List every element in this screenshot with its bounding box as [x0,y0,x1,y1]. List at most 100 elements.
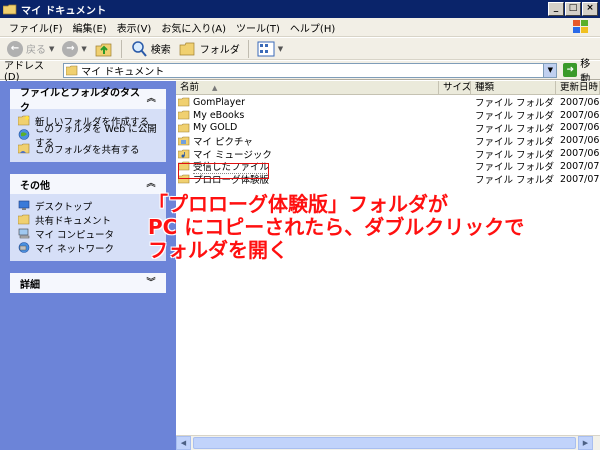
details-title: 詳細 [20,279,40,291]
up-folder-icon [95,43,112,56]
file-row-my-gold[interactable]: My GOLD ファイル フォルダ 2007/06 [176,122,600,135]
file-date: 2007/07 [560,173,600,185]
folder-icon [178,110,190,120]
toolbar-separator [247,39,249,58]
other-places: その他 ︽ デスクトップ 共有ドキュメント マイ コンピュータ マイ ネットワー… [10,174,166,261]
views-icon [257,41,275,56]
collapse-chevron-icon[interactable]: ︽ [145,92,158,106]
file-row-my-ebooks[interactable]: My eBooks ファイル フォルダ 2007/06 [176,109,600,122]
annotation-line-2: PC にコピーされたら、ダブルクリックで [148,215,525,239]
other-places-header[interactable]: その他 ︽ [10,174,166,194]
new-folder-icon [18,115,30,126]
column-header-date[interactable]: 更新日時 [556,81,600,94]
menu-tools[interactable]: ツール(T) [231,20,285,35]
pictures-folder-icon [178,136,190,146]
views-button[interactable]: ▼ [254,39,286,59]
dropdown-arrow-icon: ▼ [81,44,87,53]
column-header-name[interactable]: 名前 ▲ [176,81,439,94]
place-my-network[interactable]: マイ ネットワーク [18,241,160,255]
title-bar[interactable]: マイ ドキュメント _ □ × [0,0,600,18]
search-button[interactable]: 検索 [127,39,174,59]
task-share-folder-label: このフォルダを共有する [35,144,140,156]
scroll-thumb[interactable] [193,437,576,449]
shared-folder-icon [18,214,30,225]
folder-icon [3,4,17,14]
file-type: ファイル フォルダ [475,175,555,187]
menu-bar: ファイル(F) 編集(E) 表示(V) お気に入り(A) ツール(T) ヘルプ(… [0,18,600,37]
close-button[interactable]: × [582,2,598,16]
maximize-button[interactable]: □ [565,2,581,16]
file-date: 2007/06 [560,96,600,108]
address-label: アドレス(D) [4,61,44,83]
menu-file[interactable]: ファイル(F) [4,20,68,35]
menu-favorites[interactable]: お気に入り(A) [156,20,231,35]
details-header[interactable]: 詳細 ︾ [10,273,166,293]
folder-icon [66,65,78,75]
folders-icon [179,42,195,55]
back-label: 戻る [26,45,46,56]
task-publish-web[interactable]: このフォルダを Web に公開する [18,124,160,149]
place-shared-documents[interactable]: 共有ドキュメント [18,213,160,227]
file-name: My GOLD [193,122,238,134]
menu-help[interactable]: ヘルプ(H) [285,20,340,35]
file-row-my-pictures[interactable]: マイ ピクチャ ファイル フォルダ 2007/06 [176,134,600,148]
search-label: 検索 [150,45,171,56]
file-folder-tasks-title: ファイルとフォルダのタスク [20,88,140,114]
collapse-chevron-icon[interactable]: ︽ [144,177,158,191]
file-folder-tasks: ファイルとフォルダのタスク ︽ 新しいフォルダを作成する このフォルダを Web… [10,88,166,162]
task-share-folder[interactable]: このフォルダを共有する [18,142,160,156]
column-header-size[interactable]: サイズ [439,81,471,94]
instruction-annotation: 「プロローグ体験版」フォルダが PC にコピーされたら、ダブルクリックで フォル… [148,193,588,262]
scroll-right-button[interactable]: ▶ [578,436,593,450]
network-icon [18,242,30,253]
menu-edit[interactable]: 編集(E) [68,20,112,35]
folder-icon [178,123,190,133]
address-input[interactable]: マイ ドキュメント ▼ [63,62,558,78]
column-header-type[interactable]: 種類 [471,81,556,94]
annotation-line-1: 「プロローグ体験版」フォルダが [148,192,448,216]
computer-icon [18,228,30,239]
address-bar: アドレス(D) マイ ドキュメント ▼ ➜ 移動 [0,59,600,85]
minimize-button[interactable]: _ [548,2,564,16]
dropdown-arrow-icon: ▼ [277,44,284,53]
folders-button[interactable]: フォルダ [176,39,243,59]
folder-icon [178,98,190,107]
go-arrow-icon: ➜ [563,63,578,77]
menu-view[interactable]: 表示(V) [112,20,157,35]
file-date: 2007/06 [560,109,600,121]
file-row-gomplayer[interactable]: GomPlayer ファイル フォルダ 2007/06 [176,96,600,109]
up-folder-button[interactable] [92,39,116,59]
file-date: 2007/06 [560,148,600,160]
scroll-left-button[interactable]: ◀ [176,436,191,450]
music-folder-icon [178,149,190,158]
folders-label: フォルダ [199,45,240,56]
address-dropdown-button[interactable]: ▼ [543,63,557,77]
place-desktop[interactable]: デスクトップ [18,199,160,213]
back-button[interactable]: ← 戻る ▼ [4,39,57,59]
back-arrow-icon: ← [7,40,23,57]
share-folder-icon [18,143,30,154]
forward-button[interactable]: → ▼ [59,39,89,59]
task-pane: ファイルとフォルダのタスク ︽ 新しいフォルダを作成する このフォルダを Web… [0,81,176,450]
place-shared-documents-label: 共有ドキュメント [35,215,112,227]
expand-chevron-icon[interactable]: ︾ [144,276,158,290]
file-folder-tasks-header[interactable]: ファイルとフォルダのタスク ︽ [10,88,166,114]
toolbar: ← 戻る ▼ → ▼ 検索 フォルダ ▼ [0,38,600,60]
other-places-title: その他 [20,180,50,192]
forward-arrow-icon: → [62,40,79,57]
place-my-network-label: マイ ネットワーク [35,243,115,255]
place-my-computer[interactable]: マイ コンピュータ [18,227,160,241]
search-icon [132,40,147,57]
horizontal-scrollbar[interactable]: ◀ ▶ [176,435,600,450]
dropdown-arrow-icon: ▼ [49,44,55,53]
file-name: My eBooks [193,109,245,121]
column-name-label: 名前 [180,82,200,93]
toolbar-separator [120,39,122,58]
web-publish-icon [18,129,30,140]
place-my-computer-label: マイ コンピュータ [35,229,115,241]
desktop-icon [18,200,30,210]
file-date: 2007/07 [560,160,600,172]
file-list-pane: 名前 ▲ サイズ 種類 更新日時 GomPlayer ファイル フォルダ 200… [176,81,600,450]
file-date: 2007/06 [560,122,600,134]
column-headers: 名前 ▲ サイズ 種類 更新日時 [176,81,600,95]
